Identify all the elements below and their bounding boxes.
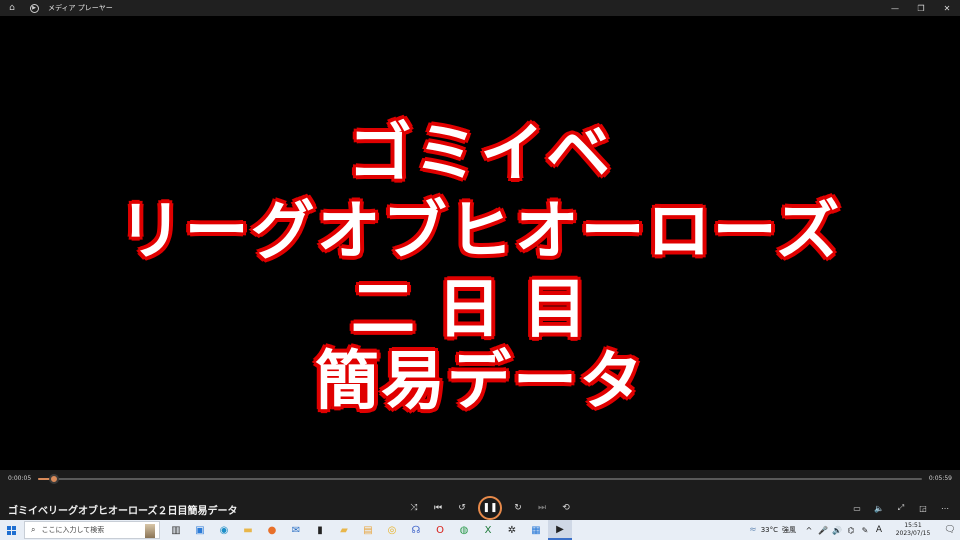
network-icon[interactable]: ⌬ <box>844 520 858 540</box>
clock[interactable]: 15:51 2023/07/15 <box>886 522 940 538</box>
captions-icon[interactable]: ▭ <box>846 500 868 516</box>
speaker-icon[interactable]: 🔊 <box>830 520 844 540</box>
start-button[interactable] <box>0 520 22 540</box>
wind-icon: ≈ <box>749 525 757 535</box>
minimize-icon[interactable]: — <box>882 0 908 16</box>
transport-controls: ⤨ ⏮ ↺ ❚❚ ↻ ⏭ ⟲ <box>402 496 578 520</box>
media-title: ゴミイベリーグオブヒオーローズ２日目簡易データ <box>8 506 238 517</box>
caption-line-3: 二日目 <box>350 273 609 348</box>
search-icon: ⌕ <box>31 525 36 534</box>
shuffle-icon[interactable]: ⤨ <box>402 498 426 518</box>
task-view-icon[interactable]: ▥ <box>164 520 188 540</box>
search-highlight-image <box>145 524 155 538</box>
player-controls: 0:00:05 0:05:59 ゴミイベリーグオブヒオーローズ２日目簡易データ … <box>0 470 960 520</box>
window-title: メディア プレーヤー <box>48 4 113 12</box>
taskbar: ⌕ ここに入力して検索 ▥ ▣ ◉ ▬ ● ✉ ▮ ▰ ▤ ◎ ☊ O ◍ X … <box>0 520 960 540</box>
media-player-taskbar-icon[interactable]: ▶ <box>548 520 572 540</box>
repeat-icon[interactable]: ⟲ <box>554 498 578 518</box>
settings-icon[interactable]: ✲ <box>500 520 524 540</box>
firefox-icon[interactable]: ● <box>260 520 284 540</box>
weather-temp: 33°C <box>760 526 778 534</box>
right-controls: ▭ 🔈 ⤢ ◲ ⋯ <box>846 500 956 516</box>
caption-line-1: ゴミイベ <box>347 117 612 192</box>
mail-icon[interactable]: ✉ <box>284 520 308 540</box>
clock-date: 2023/07/15 <box>895 530 931 537</box>
home-icon[interactable]: ⌂ <box>4 0 20 16</box>
excel-icon[interactable]: X <box>476 520 500 540</box>
headphones-icon[interactable]: ☊ <box>404 520 428 540</box>
edge-icon[interactable]: ◉ <box>212 520 236 540</box>
close-icon[interactable]: ✕ <box>934 0 960 16</box>
caption-line-4: 簡易データ <box>314 345 645 420</box>
ime-indicator[interactable]: A <box>872 520 886 540</box>
chrome-icon[interactable]: ◍ <box>452 520 476 540</box>
windows-icon <box>6 525 16 535</box>
pen-icon[interactable]: ✎ <box>858 520 872 540</box>
seek-thumb[interactable] <box>48 474 59 484</box>
app-icon[interactable]: ▤ <box>356 520 380 540</box>
mini-player-icon[interactable]: ◲ <box>912 500 934 516</box>
system-tray: ≈ 33°C 強風 ^ 🎤 🔊 ⌬ ✎ A 15:51 2023/07/15 🗨 <box>749 520 960 540</box>
window-controls: — ❐ ✕ <box>882 0 960 16</box>
previous-icon[interactable]: ⏮ <box>426 498 450 518</box>
chevron-up-icon[interactable]: ^ <box>802 520 816 540</box>
title-bar: ⌂ ▶ メディア プレーヤー — ❐ ✕ <box>0 0 960 16</box>
chrome-canary-icon[interactable]: ◎ <box>380 520 404 540</box>
notification-icon[interactable]: 🗨 <box>940 520 960 540</box>
weather-widget[interactable]: ≈ 33°C 強風 <box>749 525 796 535</box>
taskbar-search[interactable]: ⌕ ここに入力して検索 <box>24 521 160 539</box>
pause-icon[interactable]: ❚❚ <box>478 496 502 520</box>
duration: 0:05:59 <box>928 475 952 482</box>
media-player-icon: ▶ <box>26 0 42 16</box>
opera-icon[interactable]: O <box>428 520 452 540</box>
forward-30-icon[interactable]: ↻ <box>506 498 530 518</box>
store-icon[interactable]: ▣ <box>188 520 212 540</box>
pinned-apps: ▥ ▣ ◉ ▬ ● ✉ ▮ ▰ ▤ ◎ ☊ O ◍ X ✲ ▦ ▶ <box>164 520 572 540</box>
folder-icon[interactable]: ▰ <box>332 520 356 540</box>
explorer-icon[interactable]: ▬ <box>236 520 260 540</box>
next-icon[interactable]: ⏭ <box>530 498 554 518</box>
photos-icon[interactable]: ▦ <box>524 520 548 540</box>
search-placeholder: ここに入力して検索 <box>41 526 105 534</box>
microphone-icon[interactable]: 🎤 <box>816 520 830 540</box>
tablet-icon[interactable]: ▮ <box>308 520 332 540</box>
volume-icon[interactable]: 🔈 <box>868 500 890 516</box>
restore-icon[interactable]: ❐ <box>908 0 934 16</box>
fullscreen-icon[interactable]: ⤢ <box>890 500 912 516</box>
clock-time: 15:51 <box>904 522 922 529</box>
seek-bar[interactable] <box>38 474 922 484</box>
more-icon[interactable]: ⋯ <box>934 500 956 516</box>
current-time: 0:00:05 <box>8 475 32 482</box>
rewind-10-icon[interactable]: ↺ <box>450 498 474 518</box>
video-surface[interactable]: ゴミイベ リーグオブヒオーローズ 二日目 簡易データ <box>0 16 960 470</box>
caption-line-2: リーグオブヒオーローズ <box>117 195 842 270</box>
weather-desc: 強風 <box>782 526 796 534</box>
